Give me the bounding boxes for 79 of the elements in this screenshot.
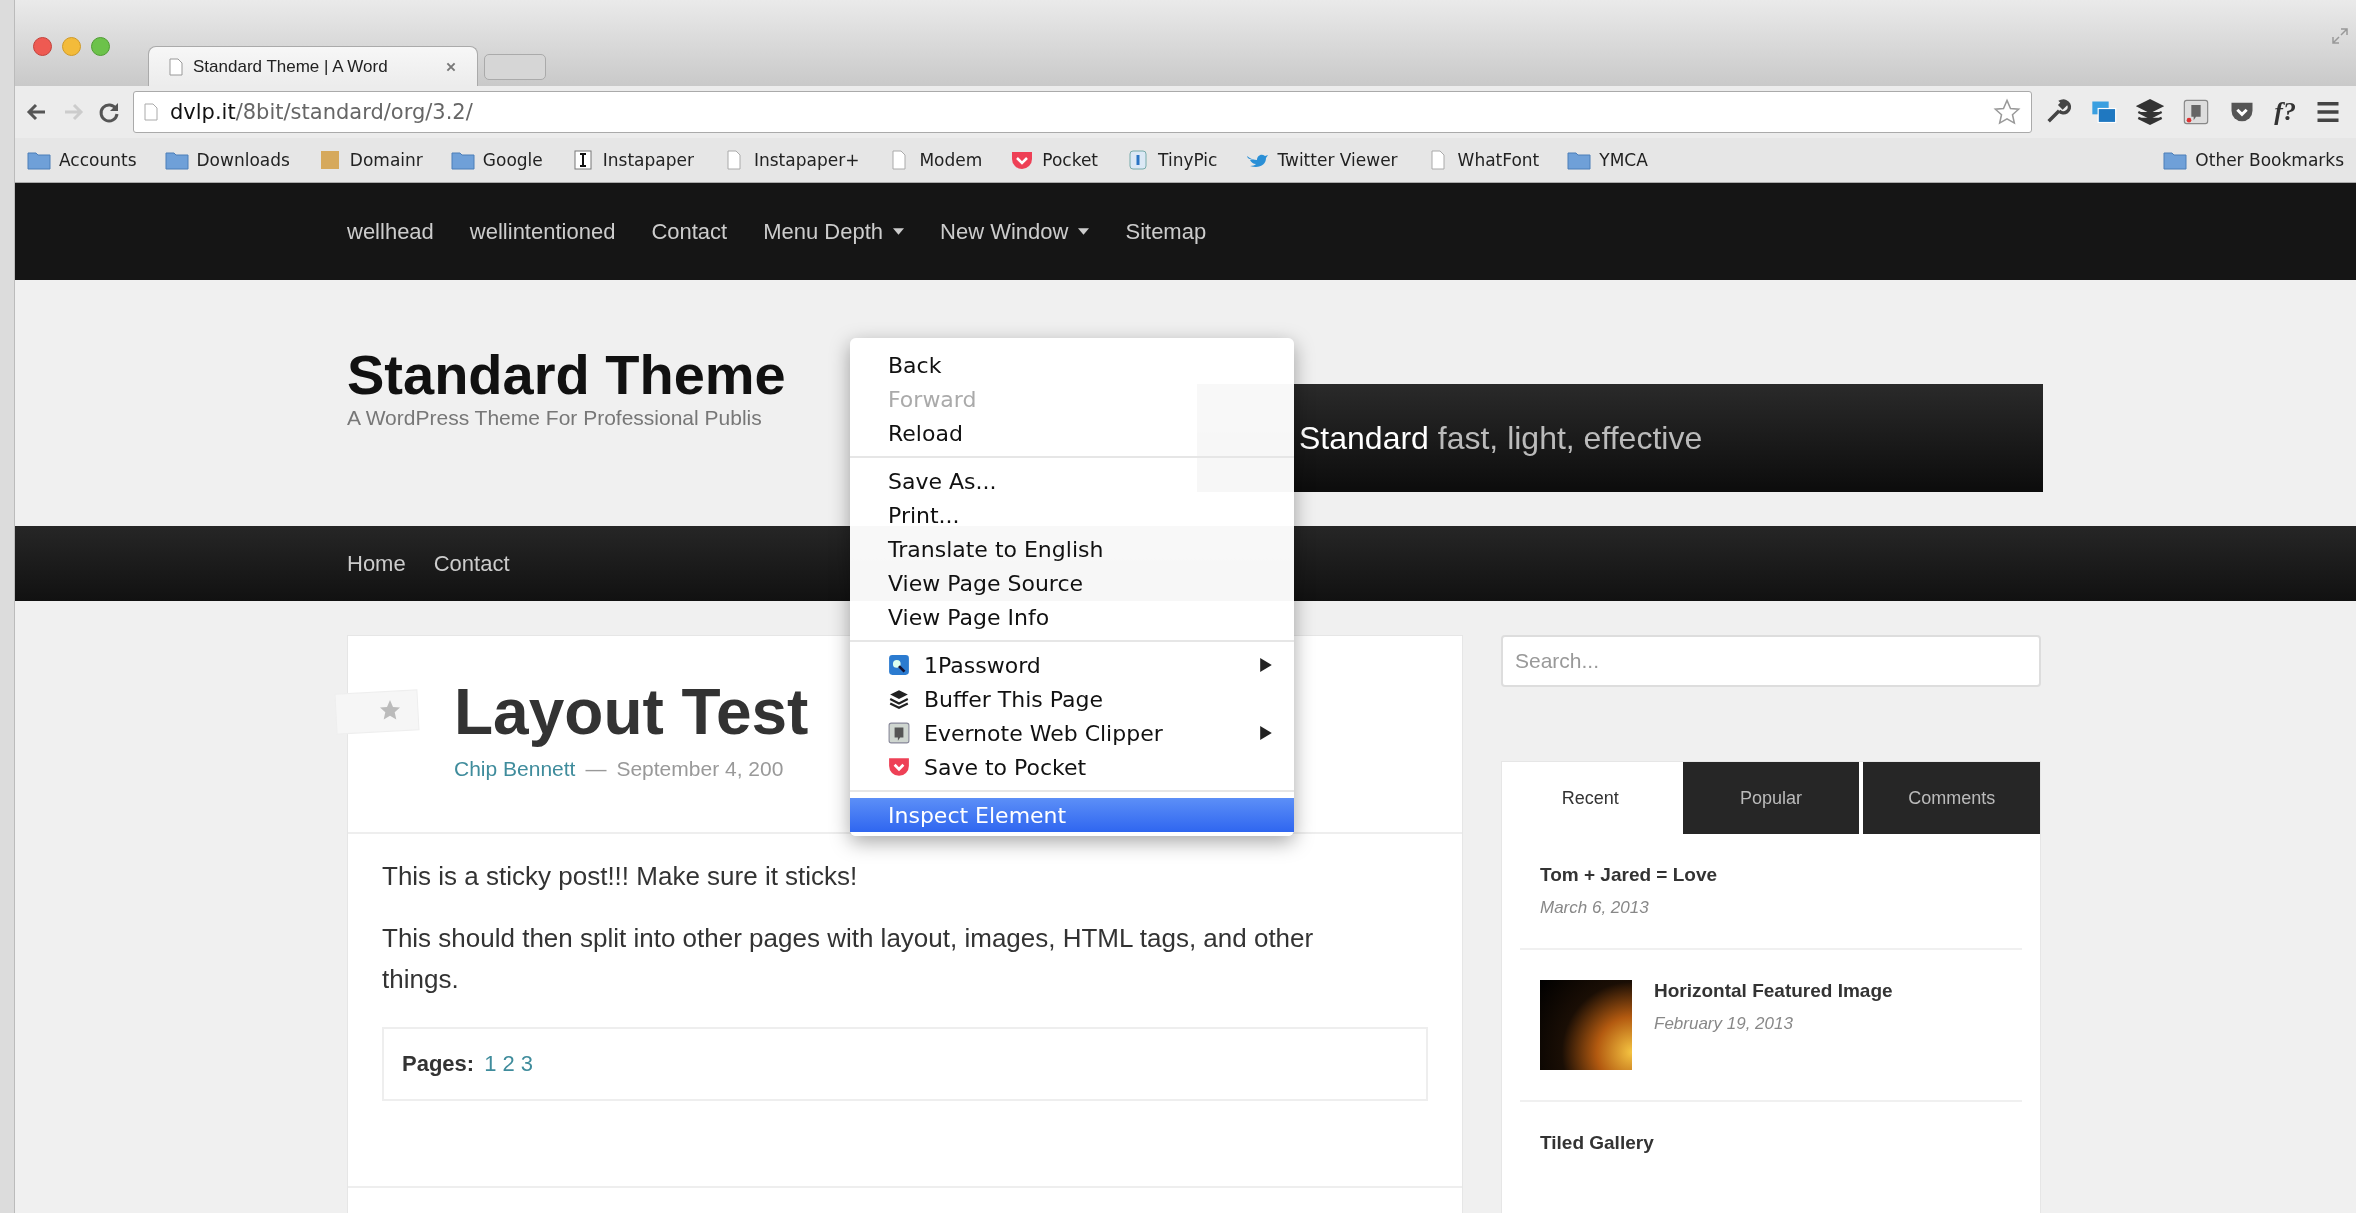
post-date: March 6, 2013 bbox=[1540, 898, 1650, 918]
pages-label: Pages: bbox=[402, 1050, 475, 1077]
bookmark-item[interactable]: WhatFont bbox=[1425, 150, 1540, 170]
post-link[interactable]: Tiled Gallery bbox=[1540, 1132, 1654, 1154]
bookmark-item[interactable]: TinyPic bbox=[1126, 150, 1218, 170]
pocket-icon bbox=[888, 756, 910, 778]
menu-item[interactable]: View Page Source bbox=[850, 566, 1294, 600]
caret-icon bbox=[893, 228, 905, 235]
search-field[interactable]: Search... bbox=[1501, 635, 2041, 687]
bookmark-star-icon[interactable] bbox=[1993, 98, 2022, 126]
menu-item[interactable]: Back bbox=[850, 348, 1294, 382]
folder-icon bbox=[2163, 150, 2188, 170]
elephant-icon[interactable] bbox=[2182, 98, 2211, 126]
bookmark-item[interactable]: Twitter Viewer bbox=[1245, 150, 1398, 170]
menu-item[interactable]: Save As... bbox=[850, 464, 1294, 498]
folder-icon bbox=[164, 150, 189, 170]
widget-tab[interactable]: Comments bbox=[1863, 762, 2040, 834]
post-link[interactable]: Horizontal Featured Image bbox=[1654, 980, 1893, 1002]
byline-separator: — bbox=[585, 756, 607, 781]
nav-link[interactable]: Contact bbox=[433, 550, 510, 577]
whatfont-button[interactable]: f? bbox=[2274, 97, 2296, 127]
close-icon[interactable] bbox=[445, 60, 457, 73]
nav-link[interactable]: wellhead bbox=[347, 218, 434, 245]
bookmark-item[interactable]: YMCA bbox=[1567, 150, 1648, 170]
menu-item[interactable]: 1Password bbox=[850, 648, 1294, 682]
post-date: February 19, 2013 bbox=[1654, 1014, 1794, 1034]
bookmark-item[interactable]: Other Bookmarks bbox=[2163, 150, 2344, 170]
bookmark-item[interactable]: Instapaper+ bbox=[721, 150, 860, 170]
menu-item[interactable]: Print... bbox=[850, 498, 1294, 532]
bookmark-item[interactable]: Modem bbox=[887, 150, 983, 170]
menu-item[interactable]: Translate to English bbox=[850, 532, 1294, 566]
thumbnail-image[interactable] bbox=[1540, 980, 1632, 1070]
author-link[interactable]: Chip Bennett bbox=[454, 756, 576, 781]
page-link[interactable]: 3 bbox=[520, 1050, 533, 1077]
bookmark-item[interactable]: Instapaper bbox=[570, 150, 694, 170]
folder-icon bbox=[450, 150, 475, 170]
menu-item[interactable]: Reload bbox=[850, 416, 1294, 450]
submenu-arrow-icon bbox=[1260, 726, 1272, 740]
menu-item[interactable]: Save to Pocket bbox=[850, 750, 1294, 784]
site-tagline: A WordPress Theme For Professional Publis bbox=[347, 405, 763, 430]
caret-icon bbox=[1078, 228, 1090, 235]
page-icon bbox=[169, 57, 183, 76]
close-window-button[interactable] bbox=[33, 36, 52, 56]
post-link[interactable]: Tom + Jared = Love bbox=[1540, 864, 1718, 886]
address-bar[interactable]: dvlp.it/8bit/standard/org/3.2/ bbox=[133, 91, 2033, 133]
nav-link[interactable]: Sitemap bbox=[1125, 218, 1207, 245]
layers-icon[interactable] bbox=[2136, 98, 2165, 126]
post-date: September 4, 200 bbox=[616, 756, 784, 781]
nav-link[interactable]: Menu Depth bbox=[763, 218, 905, 245]
menu-item[interactable]: Buffer This Page bbox=[850, 682, 1294, 716]
browser-tab[interactable]: Standard Theme | A Word bbox=[148, 46, 478, 86]
nav-link[interactable]: Home bbox=[347, 550, 406, 577]
submenu-arrow-icon bbox=[1260, 658, 1272, 672]
menu-item[interactable]: View Page Info bbox=[850, 600, 1294, 634]
url-text: dvlp.it/8bit/standard/org/3.2/ bbox=[170, 100, 474, 124]
post-paragraph: This is a sticky post!!! Make sure it sticks! bbox=[382, 860, 859, 893]
folder-icon bbox=[1567, 150, 1592, 170]
nav-link[interactable]: Contact bbox=[651, 218, 728, 245]
pocket-icon bbox=[1010, 150, 1035, 170]
banner-text: Standard fast, light, effective bbox=[1299, 419, 1703, 457]
layers-icon bbox=[888, 688, 910, 710]
bookmark-item[interactable]: Google bbox=[450, 150, 543, 170]
menu-item[interactable]: Inspect Element bbox=[850, 798, 1294, 832]
page-icon bbox=[144, 103, 158, 121]
page-link[interactable]: 2 bbox=[502, 1050, 515, 1077]
nav-link[interactable]: wellintentioned bbox=[469, 218, 616, 245]
bookmark-item[interactable]: Downloads bbox=[164, 150, 290, 170]
bookmark-item[interactable]: Domainr bbox=[317, 150, 423, 170]
folder-icon bbox=[27, 150, 51, 170]
nav-link[interactable]: New Window bbox=[940, 218, 1090, 245]
reload-icon[interactable] bbox=[97, 100, 121, 124]
post-title[interactable]: Layout Test bbox=[454, 674, 809, 751]
post-paragraph: This should then split into other pages with layout, images, HTML tags, and other things. bbox=[382, 921, 1315, 997]
elephant-icon bbox=[888, 722, 910, 744]
bookmark-item[interactable]: Pocket bbox=[1010, 150, 1099, 170]
page-link[interactable]: 1 bbox=[484, 1050, 497, 1077]
menu-item[interactable]: Evernote Web Clipper bbox=[850, 716, 1294, 750]
bookmark-item[interactable]: Accounts bbox=[27, 150, 137, 170]
widget-tab[interactable]: Popular bbox=[1682, 762, 1860, 834]
